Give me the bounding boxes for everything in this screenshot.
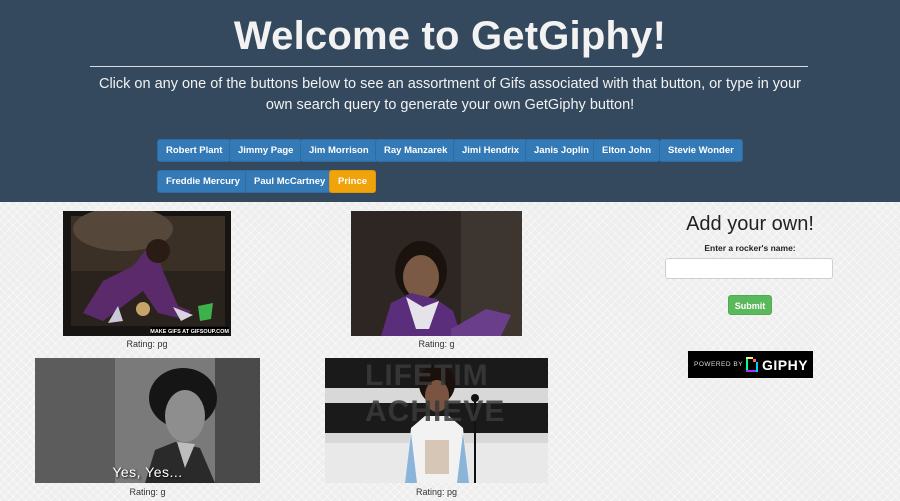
topic-button-stevie-wonder[interactable]: Stevie Wonder [659,139,743,162]
submit-button[interactable]: Submit [728,295,772,315]
page-subtitle: Click on any one of the buttons below to… [98,76,802,113]
gif-rating-2: Rating: g [418,339,455,349]
topic-button-paul-mccartney[interactable]: Paul McCartney [245,170,335,193]
topic-button-freddie-mercury[interactable]: Freddie Mercury [157,170,249,193]
gif-2-artwork [351,211,522,336]
topic-button-elton-john[interactable]: Elton John [593,139,661,162]
gif-image-3[interactable]: Yes, Yes... [35,358,260,483]
topic-button-ray-manzarek[interactable]: Ray Manzarek [375,139,457,162]
topic-button-jimmy-page[interactable]: Jimmy Page [229,139,303,162]
gif-rating-4: Rating: pg [415,487,458,497]
page-header: Welcome to GetGiphy! Click on any one of… [0,0,900,202]
gif-watermark: MAKE GIFS AT GIFSOUP.COM [150,329,229,335]
gif-1-artwork [63,211,231,336]
giphy-logo-icon [746,357,758,372]
giphy-brand-text: GIPHY [762,357,809,373]
gif-image-1[interactable]: MAKE GIFS AT GIFSOUP.COM [63,211,231,336]
rocker-name-label: Enter a rocker's name: [704,243,796,253]
powered-by-text: POWERED BY [694,361,744,368]
add-your-own-title: Add your own! [686,213,814,235]
powered-by-giphy-badge: POWERED BY GIPHY [688,351,813,378]
gif-image-2[interactable] [351,211,522,336]
gif-caption: Yes, Yes... [112,464,183,480]
topic-button-janis-joplin[interactable]: Janis Joplin [525,139,598,162]
topic-button-prince[interactable]: Prince [329,170,377,193]
header-divider [90,66,808,67]
gif-rating-3: Rating: g [129,487,166,497]
topic-button-jim-morrison[interactable]: Jim Morrison [300,139,378,162]
gif-image-4[interactable]: LIFETIM ACHIEVE [325,358,548,483]
rocker-name-input[interactable] [665,258,833,279]
page-title: Welcome to GetGiphy! [233,14,667,58]
gif-sign-text: LIFETIM ACHIEVE [365,359,506,428]
gif-rating-1: Rating: pg [126,339,168,349]
topic-button-jimi-hendrix[interactable]: Jimi Hendrix [453,139,529,162]
topic-button-robert-plant[interactable]: Robert Plant [157,139,232,162]
